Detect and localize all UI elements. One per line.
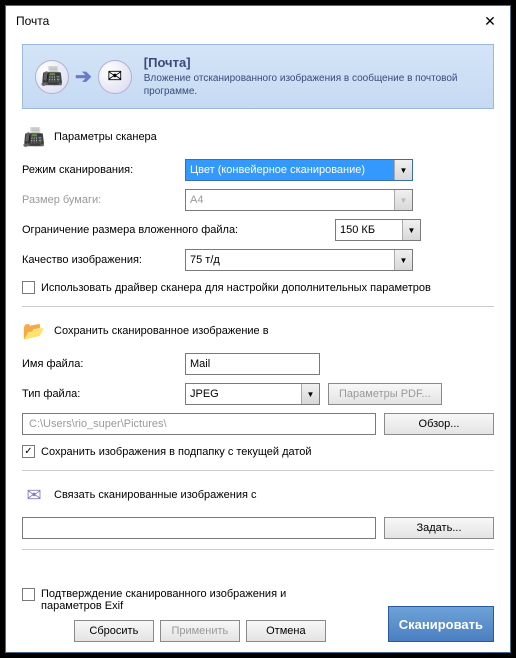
chevron-down-icon: ▼ — [394, 250, 412, 270]
save-section-title: Сохранить сканированное изображение в — [54, 325, 269, 337]
filename-label: Имя файла: — [22, 358, 177, 370]
filetype-label: Тип файла: — [22, 388, 177, 400]
browse-button[interactable]: Обзор... — [384, 413, 494, 435]
banner-title: [Почта] — [144, 55, 481, 70]
image-quality-select[interactable]: 75 т/д ▼ — [185, 249, 413, 271]
scan-mode-value: Цвет (конвейерное сканирование) — [190, 164, 365, 176]
divider — [22, 470, 494, 471]
paper-size-value: A4 — [190, 194, 203, 206]
scan-mode-select[interactable]: Цвет (конвейерное сканирование) ▼ — [185, 159, 413, 181]
subfolder-checkbox[interactable]: ✓ — [22, 445, 35, 458]
path-display: C:\Users\rio_super\Pictures\ — [22, 413, 376, 435]
link-section-title: Связать сканированные изображения с — [54, 489, 257, 501]
content-area: 📠 ➔ ✉ [Почта] Вложение отсканированного … — [6, 36, 510, 652]
envelope-icon: ✉ — [98, 60, 132, 94]
reset-button[interactable]: Сбросить — [74, 620, 154, 642]
chevron-down-icon: ▼ — [394, 190, 412, 210]
window-title: Почта — [16, 14, 49, 28]
use-driver-label: Использовать драйвер сканера для настрой… — [41, 282, 431, 294]
attachment-limit-value: 150 КБ — [340, 224, 375, 236]
divider — [22, 306, 494, 307]
save-section-header: 📂 Сохранить сканированное изображение в — [22, 319, 494, 343]
confirm-label: Подтверждение сканированного изображения… — [41, 588, 301, 612]
scanner-section-icon: 📠 — [22, 125, 46, 149]
folder-icon: 📂 — [22, 319, 46, 343]
image-quality-label: Качество изображения: — [22, 254, 177, 266]
footer: Подтверждение сканированного изображения… — [22, 582, 494, 642]
paper-size-label: Размер бумаги: — [22, 194, 177, 206]
banner-text: [Почта] Вложение отсканированного изобра… — [144, 55, 481, 98]
dialog-window: Почта ✕ 📠 ➔ ✉ [Почта] Вложение отсканиро… — [5, 5, 511, 653]
close-button[interactable]: ✕ — [480, 13, 500, 30]
use-driver-checkbox[interactable] — [22, 281, 35, 294]
scanner-icon: 📠 — [35, 60, 69, 94]
filename-input[interactable] — [185, 353, 320, 375]
cancel-button[interactable]: Отмена — [246, 620, 326, 642]
set-button[interactable]: Задать... — [384, 517, 494, 539]
scanner-section-header: 📠 Параметры сканера — [22, 125, 494, 149]
scan-button[interactable]: Сканировать — [388, 606, 494, 642]
scanner-section-title: Параметры сканера — [54, 131, 157, 143]
scan-mode-label: Режим сканирования: — [22, 164, 177, 176]
divider — [22, 549, 494, 550]
banner-description: Вложение отсканированного изображения в … — [144, 72, 481, 98]
titlebar: Почта ✕ — [6, 6, 510, 36]
subfolder-label: Сохранить изображения в подпапку с текущ… — [41, 446, 312, 458]
chevron-down-icon: ▼ — [394, 160, 412, 180]
mail-icon: ✉ — [22, 483, 46, 507]
apply-button: Применить — [160, 620, 240, 642]
confirm-checkbox[interactable] — [22, 588, 35, 601]
banner: 📠 ➔ ✉ [Почта] Вложение отсканированного … — [22, 44, 494, 109]
chevron-down-icon: ▼ — [402, 220, 420, 240]
arrow-icon: ➔ — [75, 64, 92, 89]
banner-icons: 📠 ➔ ✉ — [35, 60, 132, 94]
image-quality-value: 75 т/д — [190, 254, 220, 266]
attachment-limit-label: Ограничение размера вложенного файла: — [22, 224, 327, 236]
link-section-header: ✉ Связать сканированные изображения с — [22, 483, 494, 507]
link-display — [22, 517, 376, 539]
filetype-value: JPEG — [190, 388, 219, 400]
filetype-select[interactable]: JPEG ▼ — [185, 383, 320, 405]
chevron-down-icon: ▼ — [301, 384, 319, 404]
pdf-params-button: Параметры PDF... — [328, 383, 442, 405]
attachment-limit-select[interactable]: 150 КБ ▼ — [335, 219, 421, 241]
paper-size-select: A4 ▼ — [185, 189, 413, 211]
